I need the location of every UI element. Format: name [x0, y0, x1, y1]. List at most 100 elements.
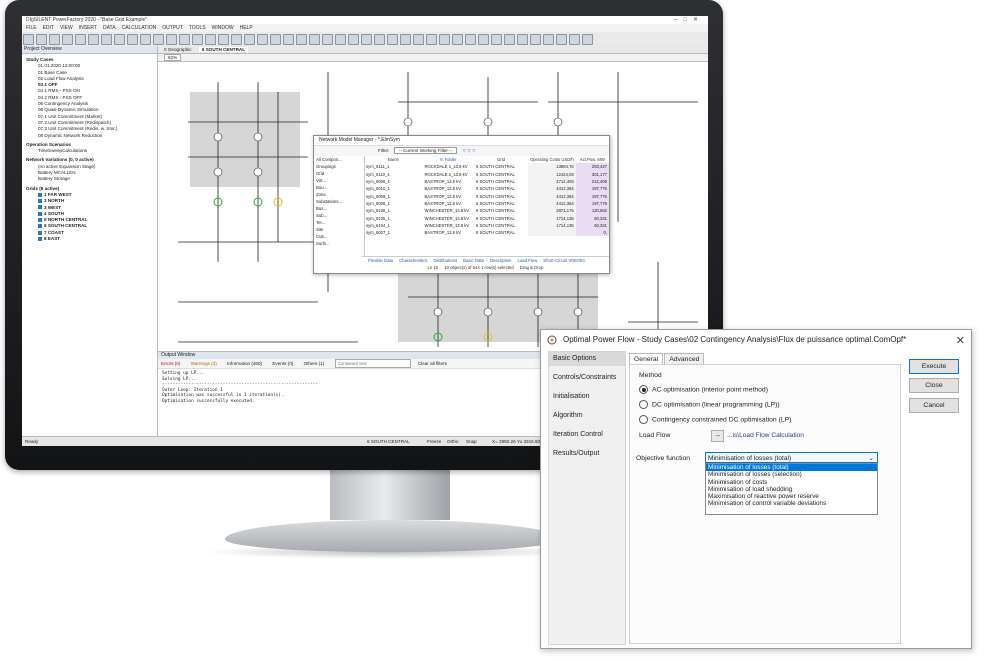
radio-button[interactable] — [639, 415, 648, 424]
toolbar-button-icon[interactable] — [231, 34, 242, 45]
table-row[interactable]: sym_6110_1 ROCKDALE 1_13.8 kV 6 SOUTH CENT… — [364, 170, 609, 178]
operation-scenario-item[interactable]: TimeSweepCalculations — [26, 148, 157, 154]
toolbar-button-icon[interactable] — [387, 34, 398, 45]
toolbar-button-icon[interactable] — [49, 34, 60, 45]
table-row[interactable]: sym_6106_1 WINCHESTER_13.8 kV 6 SOUTH CENT… — [364, 207, 609, 215]
tab-south-central[interactable]: 6 SOUTH CENTRAL — [198, 47, 249, 52]
objective-option[interactable]: Minimisation of costs — [706, 479, 877, 486]
toolbar-button-icon[interactable] — [114, 34, 125, 45]
toolbar-button-icon[interactable] — [101, 34, 112, 45]
toolbar-button-icon[interactable] — [517, 34, 528, 45]
menu-item-help[interactable]: HELP — [240, 25, 253, 31]
table-row[interactable]: sym_6006_1 BASTROP_13.8 kV 6 SOUTH CENTRAL… — [364, 177, 609, 186]
nmm-tree-item[interactable]: Cub... — [316, 233, 364, 240]
opf-nav-item[interactable]: Results/Output — [549, 447, 625, 461]
menu-item-edit[interactable]: EDIT — [43, 25, 54, 31]
toolbar-button-icon[interactable] — [465, 34, 476, 45]
close-button[interactable]: Close — [909, 378, 959, 393]
nmm-tree-item[interactable]: Substations... — [316, 198, 364, 205]
filter-errors[interactable]: Errors (0) — [161, 361, 180, 366]
nmm-tree-item[interactable]: Grid — [316, 170, 364, 177]
toolbar-button-icon[interactable] — [283, 34, 294, 45]
nmm-tree-item[interactable]: Sub... — [316, 212, 364, 219]
nmm-footer-tab[interactable]: Basic Data — [463, 258, 484, 263]
output-search-input[interactable] — [334, 359, 411, 368]
radio-button[interactable] — [639, 400, 648, 409]
toolbar-button-icon[interactable] — [140, 34, 151, 45]
toolbar-button-icon[interactable] — [439, 34, 450, 45]
menu-item-window[interactable]: WINDOW — [212, 25, 234, 31]
nmm-footer-tab[interactable]: Short-Circuit VDE/IEC — [543, 258, 585, 263]
toolbar-button-icon[interactable] — [400, 34, 411, 45]
nmm-footer-tab[interactable]: Description — [490, 258, 512, 263]
menu-item-output[interactable]: OUTPUT — [162, 25, 183, 31]
nmm-footer-tab[interactable]: Flexible Data — [368, 258, 393, 263]
toolbar-button-icon[interactable] — [348, 34, 359, 45]
table-row[interactable]: sym_6010_1 BASTROP_13.8 kV 6 SOUTH CENTRAL… — [364, 185, 609, 193]
radio-button[interactable] — [639, 385, 648, 394]
table-row[interactable]: sym_6007_1 BASTROP_13.8 kV 6 SOUTH CENTRAL… — [364, 228, 609, 237]
nmm-tree-item[interactable]: Surfs... — [316, 240, 364, 247]
toolbar-button-icon[interactable] — [504, 34, 515, 45]
nmm-tree-item[interactable]: Groupings — [316, 163, 364, 170]
toolbar-button-icon[interactable] — [374, 34, 385, 45]
filter-information[interactable]: Information (460) — [227, 361, 262, 366]
table-row[interactable]: sym_6111_1 ROCKDALE 1_13.8 kV 6 SOUTH CENT… — [364, 163, 609, 171]
col-cost[interactable]: Operating Costs USD/h — [528, 156, 576, 163]
menu-item-data[interactable]: DATA — [103, 25, 116, 31]
window-controls[interactable]: –□✕ — [674, 16, 704, 23]
filter-icon[interactable]: ▽ ▽ ▽ — [463, 148, 476, 153]
toolbar-button-icon[interactable] — [296, 34, 307, 45]
opf-nav-item[interactable]: Basic Options — [549, 352, 625, 366]
nmm-tree-item[interactable]: Bou... — [316, 184, 364, 191]
filter-warnings[interactable]: Warnings (3) — [191, 361, 217, 366]
toolbar-button-icon[interactable] — [452, 34, 463, 45]
filter-events[interactable]: Events (0) — [272, 361, 293, 366]
tab-geographic[interactable]: 0 Geographic — [164, 47, 192, 52]
nmm-footer-tab[interactable]: Load Flow — [517, 258, 537, 263]
col-grid[interactable]: Grid — [474, 156, 528, 163]
study-case-item[interactable]: 08 Dynamic Network Reduction — [26, 133, 157, 139]
toolbar-button-icon[interactable] — [166, 34, 177, 45]
zoom-level[interactable]: 62% — [164, 54, 182, 61]
status-ortho[interactable]: Ortho — [447, 437, 459, 446]
menu-item-file[interactable]: FILE — [26, 25, 37, 31]
objective-option[interactable]: Minimisation of losses (total) — [706, 464, 877, 472]
method-option[interactable]: DC optimisation (linear programming (LP)… — [639, 400, 791, 409]
method-option[interactable]: AC optimisation (interior point method) — [639, 385, 791, 394]
objective-option[interactable]: Minimisation of losses (selection) — [706, 471, 877, 478]
opf-nav-item[interactable]: Controls/Constraints — [549, 371, 625, 385]
toolbar-button-icon[interactable] — [36, 34, 47, 45]
objective-function-select[interactable]: Minimisation of losses (total) ⌄ — [705, 452, 878, 463]
nmm-tree-item[interactable]: Ter... — [316, 219, 364, 226]
menu-item-tools[interactable]: TOOLS — [189, 25, 206, 31]
toolbar-button-icon[interactable] — [361, 34, 372, 45]
opf-nav-item[interactable]: Algorithm — [549, 409, 625, 423]
toolbar-button-icon[interactable] — [543, 34, 554, 45]
table-row[interactable]: sym_6104_1 WINCHESTER_13.8 kV 6 SOUTH CENT… — [364, 221, 609, 229]
objective-option[interactable]: Maximisation of reactive power reserve — [706, 493, 877, 500]
toolbar-button-icon[interactable] — [270, 34, 281, 45]
opf-nav-item[interactable]: Initialisation — [549, 390, 625, 404]
execute-button[interactable]: Execute — [909, 359, 959, 374]
toolbar-button-icon[interactable] — [491, 34, 502, 45]
status-freeze[interactable]: Freeze — [427, 437, 441, 446]
cancel-button[interactable]: Cancel — [909, 398, 959, 413]
arrow-right-icon[interactable]: → — [711, 430, 724, 442]
grid-item[interactable]: 8 EAST — [26, 236, 157, 242]
filter-others[interactable]: Others (1) — [304, 361, 325, 366]
method-option[interactable]: Contingency constrained DC optimisation … — [639, 415, 791, 424]
clear-filters-button[interactable]: Clear all filters — [418, 361, 447, 366]
objective-option[interactable]: Minimisation of load shedding — [706, 486, 877, 493]
col-name[interactable]: Name — [364, 156, 423, 163]
toolbar-button-icon[interactable] — [179, 34, 190, 45]
table-row[interactable]: sym_6009_1 BASTROP_13.8 kV 6 SOUTH CENTRAL… — [364, 192, 609, 200]
col-folder[interactable]: In Folder — [423, 156, 474, 163]
toolbar-button-icon[interactable] — [62, 34, 73, 45]
toolbar-button-icon[interactable] — [556, 34, 567, 45]
toolbar-button-icon[interactable] — [88, 34, 99, 45]
nmm-tree-item[interactable]: All Compon... — [316, 156, 364, 163]
close-icon[interactable]: ✕ — [956, 334, 965, 347]
toolbar-button-icon[interactable] — [322, 34, 333, 45]
nmm-filter-select[interactable]: -- Current Working Filter -- — [393, 147, 458, 154]
